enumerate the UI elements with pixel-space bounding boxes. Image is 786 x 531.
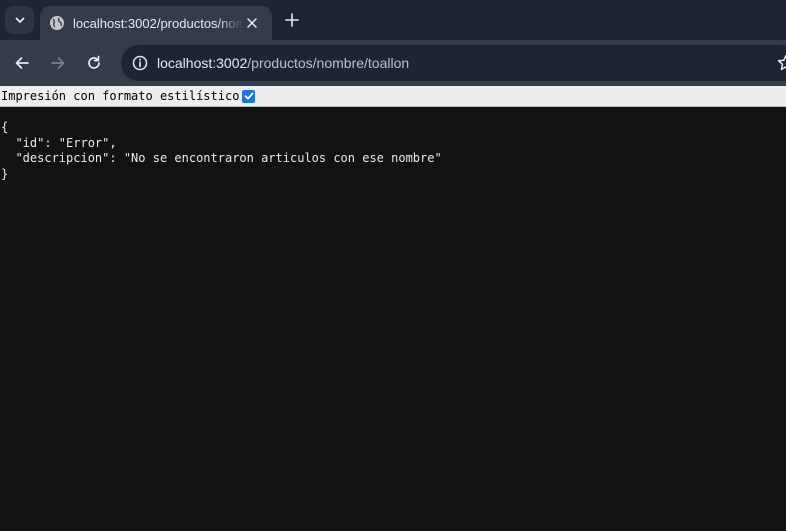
globe-icon (49, 15, 65, 31)
page-content: { "id": "Error", "descripcion": "No se e… (0, 120, 786, 531)
pretty-print-checkbox[interactable] (242, 89, 256, 103)
back-button[interactable] (10, 51, 34, 75)
json-line: "descripcion": "No se encontraron articu… (1, 151, 442, 165)
json-line: { (1, 120, 9, 134)
url-host: localhost:3002 (157, 55, 248, 71)
json-body: { "id": "Error", "descripcion": "No se e… (0, 120, 786, 182)
tab-strip: localhost:3002/productos/nombre/toallon (0, 0, 786, 40)
url-path: /productos/nombre/toallon (247, 55, 410, 71)
close-tab-icon[interactable] (244, 15, 260, 31)
plus-icon (285, 13, 299, 27)
site-info-icon[interactable] (129, 52, 151, 74)
browser-toolbar: localhost:3002/productos/nombre/toallon (0, 40, 786, 86)
reload-icon (88, 55, 100, 69)
json-line: "id": "Error", (1, 135, 117, 150)
pretty-print-bar: Impresión con formato estilístico (0, 86, 786, 107)
checkmark-icon (244, 92, 254, 100)
reload-button[interactable] (82, 51, 106, 75)
bookmark-star-icon[interactable] (777, 54, 786, 72)
chevron-down-icon (15, 17, 24, 23)
arrow-left-icon (15, 57, 29, 69)
tab-search-button[interactable] (5, 6, 34, 34)
tab-title: localhost:3002/productos/nombre/toallon (73, 15, 243, 31)
new-tab-button[interactable] (282, 10, 302, 30)
forward-button[interactable] (46, 51, 70, 75)
json-line: } (1, 166, 9, 181)
arrow-right-icon (51, 57, 65, 69)
url-text: localhost:3002/productos/nombre/toallon (157, 55, 409, 71)
address-bar[interactable]: localhost:3002/productos/nombre/toallon (121, 45, 786, 81)
active-tab[interactable]: localhost:3002/productos/nombre/toallon (40, 6, 272, 40)
pretty-print-label: Impresión con formato estilístico (1, 89, 240, 103)
